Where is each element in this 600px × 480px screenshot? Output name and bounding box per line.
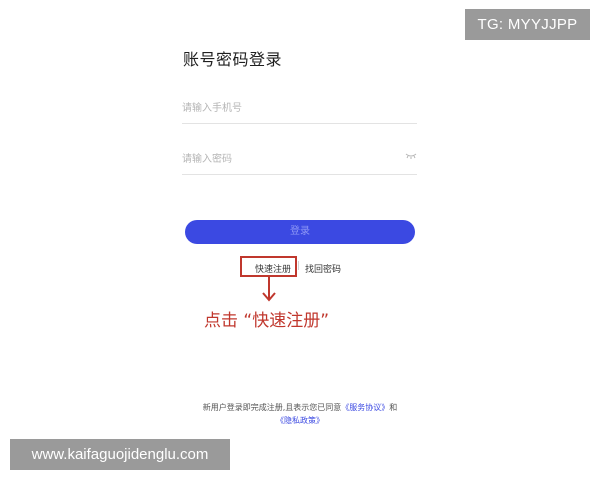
arrow-down-icon [262, 277, 276, 302]
annotation-text: 点击 “快速注册” [204, 311, 330, 331]
password-field[interactable] [182, 147, 417, 175]
password-input[interactable] [182, 148, 382, 171]
agreement-and: 和 [389, 403, 398, 412]
agreement-line: 新用户登录即完成注册,且表示您已同意《服务协议》和 [0, 402, 600, 413]
page-title: 账号密码登录 [183, 50, 283, 69]
privacy-policy-link[interactable]: 《隐私政策》 [276, 416, 324, 425]
forgot-password-link[interactable]: 找回密码 [305, 262, 341, 275]
link-separator: | [297, 261, 301, 271]
agreement-text: 新用户登录即完成注册,且表示您已同意 [202, 403, 342, 412]
url-watermark: www.kaifaguojidenglu.com [10, 439, 230, 470]
service-agreement-link[interactable]: 《服务协议》 [341, 403, 389, 412]
register-highlight-box [240, 256, 297, 277]
tg-watermark: TG: MYYJJPP [465, 9, 590, 40]
eye-closed-icon[interactable] [405, 152, 417, 160]
phone-input[interactable] [182, 97, 382, 120]
agreement-line-2: 《隐私政策》 [0, 415, 600, 426]
phone-field[interactable] [182, 96, 417, 124]
login-button[interactable]: 登录 [185, 220, 415, 244]
